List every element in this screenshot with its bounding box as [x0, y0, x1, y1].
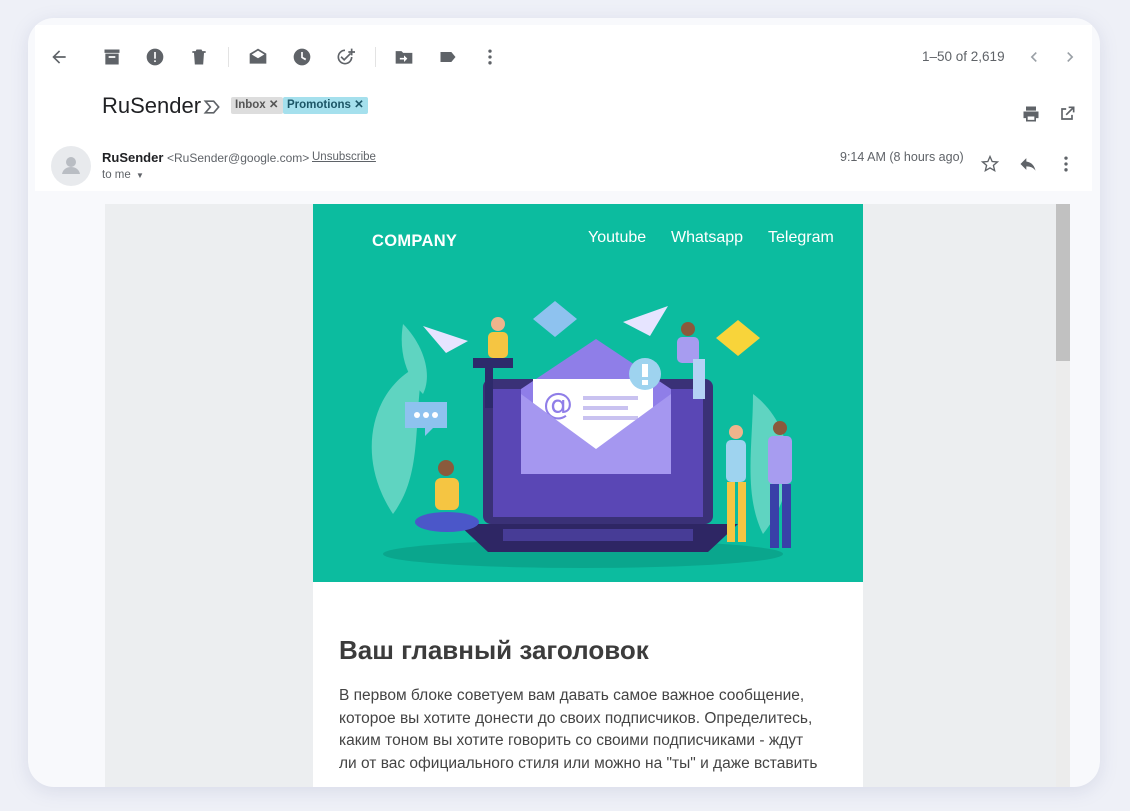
label-inbox-text: Inbox [235, 99, 266, 111]
company-logo-text: COMPANY [372, 232, 458, 250]
label-promotions[interactable]: Promotions ✕ [283, 97, 368, 114]
pagination-count: 1–50 of 2,619 [922, 49, 1005, 64]
label-icon[interactable] [436, 45, 460, 69]
sender-email: <RuSender@google.com> [167, 151, 310, 165]
report-spam-icon[interactable] [143, 45, 167, 69]
hero-illustration: @ [371, 301, 792, 568]
chevron-right-icon[interactable] [1058, 45, 1082, 69]
toolbar-divider [375, 47, 376, 67]
recipient-label: to me [102, 169, 131, 181]
toolbar-divider [228, 47, 229, 67]
back-arrow-icon[interactable] [47, 45, 71, 69]
archive-icon[interactable] [100, 45, 124, 69]
mail-window: 1–50 of 2,619 RuSender Inbox ✕ Promotion… [28, 18, 1100, 787]
email-content-pane: COMPANY Youtube Whatsapp Telegram @ Ваш … [105, 204, 1070, 787]
email-template: COMPANY Youtube Whatsapp Telegram @ Ваш … [313, 204, 863, 787]
sender-row: RuSender <RuSender@google.com> Unsubscri… [35, 141, 1092, 191]
caret-down-icon: ▼ [135, 171, 144, 180]
toolbar: 1–50 of 2,619 [35, 25, 1092, 90]
chevron-left-icon[interactable] [1022, 45, 1046, 69]
delete-icon[interactable] [187, 45, 211, 69]
add-task-icon[interactable] [333, 45, 357, 69]
email-hero: COMPANY Youtube Whatsapp Telegram @ [313, 204, 863, 582]
email-headline: Ваш главный заголовок [339, 635, 649, 665]
star-icon[interactable] [978, 152, 1002, 176]
reply-icon[interactable] [1016, 152, 1040, 176]
move-to-icon[interactable] [392, 45, 416, 69]
label-inbox[interactable]: Inbox ✕ [231, 97, 283, 114]
remove-label-icon[interactable]: ✕ [269, 99, 279, 111]
open-in-new-window-icon[interactable] [1055, 102, 1079, 126]
nav-link-youtube[interactable]: Youtube [588, 229, 646, 247]
message-time: 9:14 AM (8 hours ago) [840, 150, 964, 164]
remove-label-icon[interactable]: ✕ [354, 99, 364, 111]
nav-link-whatsapp[interactable]: Whatsapp [671, 229, 743, 247]
email-subject: RuSender [102, 93, 202, 118]
message-more-icon[interactable] [1054, 152, 1078, 176]
sender-name[interactable]: RuSender [102, 150, 163, 165]
print-icon[interactable] [1019, 102, 1043, 126]
avatar[interactable] [51, 146, 91, 186]
subject-row: RuSender Inbox ✕ Promotions ✕ [35, 89, 1092, 141]
unsubscribe-link[interactable]: Unsubscribe [312, 151, 376, 163]
importance-marker-icon[interactable] [200, 95, 224, 119]
nav-link-telegram[interactable]: Telegram [768, 229, 834, 247]
mark-unread-icon[interactable] [246, 45, 270, 69]
label-promotions-text: Promotions [287, 99, 351, 111]
scrollbar[interactable] [1056, 204, 1070, 787]
recipient-details[interactable]: to me ▼ [102, 169, 144, 181]
scrollbar-thumb[interactable] [1056, 204, 1070, 361]
email-body-text: В первом блоке советуем вам давать самое… [339, 687, 818, 772]
snooze-icon[interactable] [290, 45, 314, 69]
more-vert-icon[interactable] [478, 45, 502, 69]
